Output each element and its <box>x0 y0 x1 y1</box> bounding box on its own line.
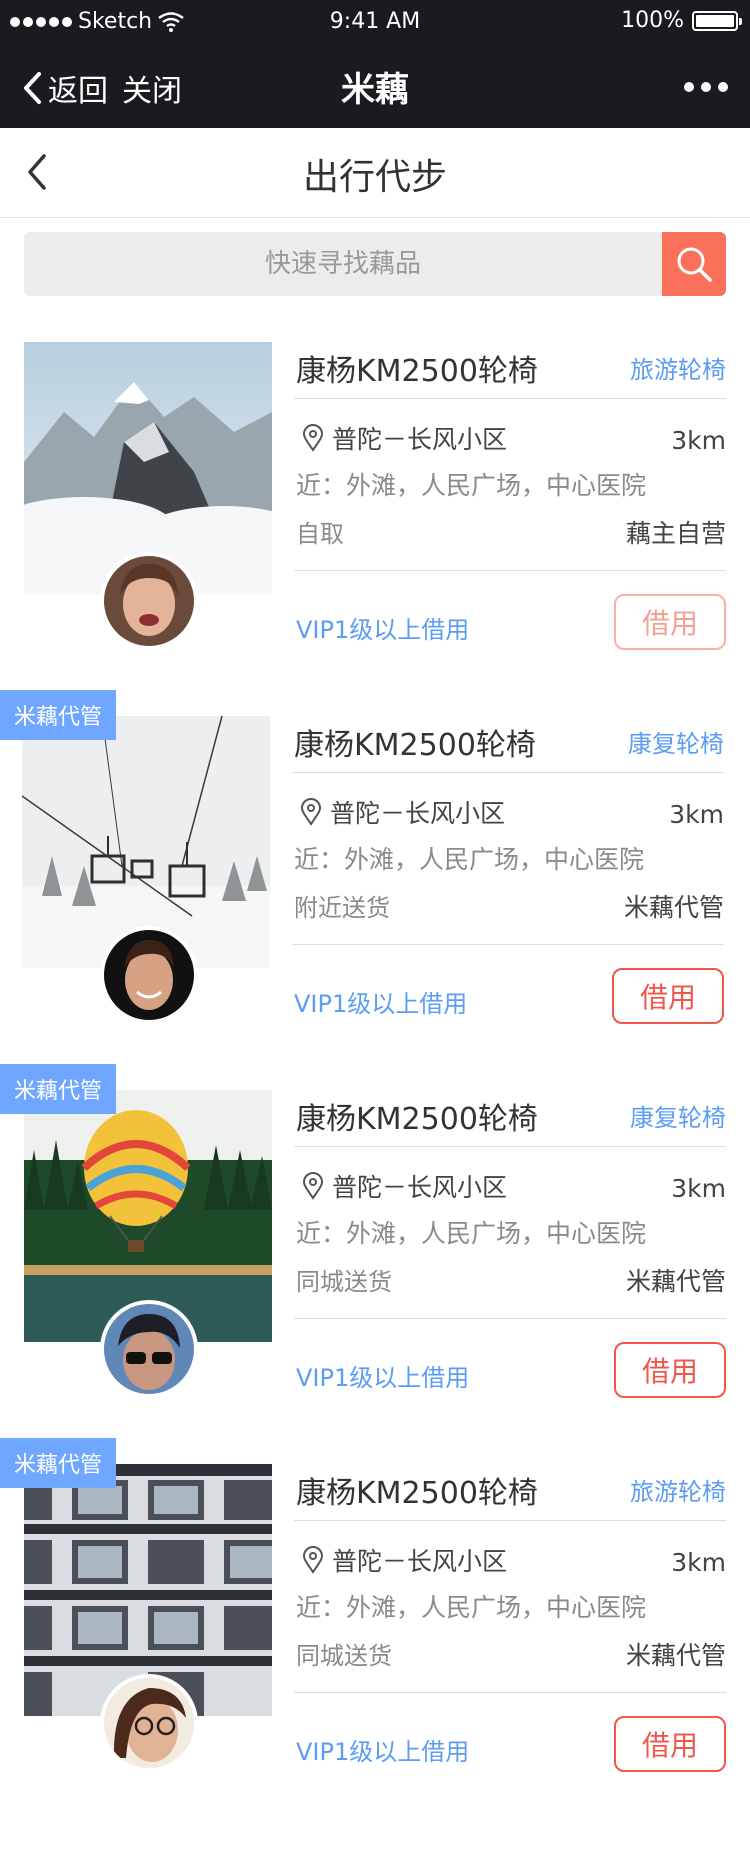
item-title-row: 康杨KM2500轮椅 康复轮椅 <box>292 716 724 773</box>
item-nearby: 近：外滩，人民广场，中心医院 <box>294 845 645 874</box>
item-location-text: 普陀－长风小区 <box>332 425 508 454</box>
battery-icon <box>692 10 742 31</box>
search-button[interactable] <box>662 232 726 296</box>
item-info: 康杨KM2500轮椅 康复轮椅 普陀－长风小区 3km 近：外滩，人民广场，中心… <box>294 1090 726 1398</box>
divider <box>294 570 726 571</box>
item-location-text: 普陀－长风小区 <box>332 1173 508 1202</box>
item-owner: 藕主自营 <box>625 519 726 548</box>
managed-badge: 米藕代管 <box>0 690 116 740</box>
borrow-button[interactable]: 借用 <box>612 968 724 1024</box>
more-icon[interactable] <box>684 82 728 92</box>
list-item[interactable]: 米藕代管 康杨KM2500轮椅 康复轮椅 普陀－长风小区 3km 近：外滩，人民… <box>0 690 750 1090</box>
managed-badge: 米藕代管 <box>0 1438 116 1488</box>
item-category-tag[interactable]: 旅游轮椅 <box>630 1472 726 1507</box>
item-owner: 米藕代管 <box>625 1267 726 1296</box>
item-location: 普陀－长风小区 <box>302 1542 507 1578</box>
item-owner: 米藕代管 <box>625 1641 726 1670</box>
item-requirement: VIP1级以上借用 <box>296 1364 470 1392</box>
divider <box>294 1692 726 1693</box>
item-location-text: 普陀－长风小区 <box>332 1547 508 1576</box>
nav-bar: 返回 关闭 米藕 <box>0 42 750 128</box>
item-category-tag[interactable]: 旅游轮椅 <box>630 350 726 385</box>
item-delivery: 同城送货 <box>296 1642 392 1670</box>
list-item[interactable]: 康杨KM2500轮椅 旅游轮椅 普陀－长风小区 3km 近：外滩，人民广场，中心… <box>0 342 750 716</box>
item-location: 普陀－长风小区 <box>302 420 507 456</box>
list-item[interactable]: 米藕代管 康杨KM2500轮椅 康复轮椅 普陀－长风小区 3km 近：外滩，人民… <box>0 1064 750 1464</box>
item-title-row: 康杨KM2500轮椅 旅游轮椅 <box>294 342 726 399</box>
borrow-button[interactable]: 借用 <box>614 1716 726 1772</box>
borrow-button[interactable]: 借用 <box>614 594 726 650</box>
item-nearby: 近：外滩，人民广场，中心医院 <box>296 471 647 500</box>
item-info: 康杨KM2500轮椅 康复轮椅 普陀－长风小区 3km 近：外滩，人民广场，中心… <box>292 716 724 1024</box>
avatar <box>100 1674 198 1772</box>
avatar <box>100 552 198 650</box>
item-distance: 3km <box>671 1174 726 1203</box>
item-delivery: 自取 <box>296 520 344 548</box>
item-delivery: 同城送货 <box>296 1268 392 1296</box>
avatar <box>100 1300 198 1398</box>
search-icon <box>677 247 712 282</box>
item-nearby: 近：外滩，人民广场，中心医院 <box>296 1219 647 1248</box>
page-title: 出行代步 <box>302 157 447 198</box>
item-category-tag[interactable]: 康复轮椅 <box>630 1098 726 1133</box>
item-distance: 3km <box>671 1548 726 1577</box>
location-pin-icon <box>300 798 322 826</box>
item-name[interactable]: 康杨KM2500轮椅 <box>296 346 538 390</box>
location-pin-icon <box>302 1172 324 1200</box>
item-name[interactable]: 康杨KM2500轮椅 <box>294 720 536 764</box>
divider <box>292 944 724 945</box>
item-info: 康杨KM2500轮椅 旅游轮椅 普陀－长风小区 3km 近：外滩，人民广场，中心… <box>294 1464 726 1772</box>
item-requirement: VIP1级以上借用 <box>296 616 470 644</box>
item-name[interactable]: 康杨KM2500轮椅 <box>296 1468 538 1512</box>
search-bar <box>24 232 726 296</box>
item-location: 普陀－长风小区 <box>300 794 505 830</box>
avatar <box>100 926 198 1024</box>
location-pin-icon <box>302 1546 324 1574</box>
search-input[interactable] <box>24 232 662 296</box>
battery-info: 100% <box>621 8 742 33</box>
item-nearby: 近：外滩，人民广场，中心医院 <box>296 1593 647 1622</box>
item-category-tag[interactable]: 康复轮椅 <box>628 724 724 759</box>
item-requirement: VIP1级以上借用 <box>296 1738 470 1766</box>
item-location: 普陀－长风小区 <box>302 1168 507 1204</box>
battery-percent: 100% <box>621 8 684 33</box>
item-delivery: 附近送货 <box>294 894 390 922</box>
divider <box>294 1318 726 1319</box>
status-bar: Sketch 9:41 AM 100% <box>0 0 750 42</box>
page-header: 出行代步 <box>0 128 750 218</box>
item-location-text: 普陀－长风小区 <box>330 799 506 828</box>
item-title-row: 康杨KM2500轮椅 康复轮椅 <box>294 1090 726 1147</box>
location-pin-icon <box>302 424 324 452</box>
item-owner: 米藕代管 <box>623 893 724 922</box>
managed-badge: 米藕代管 <box>0 1064 116 1114</box>
borrow-button[interactable]: 借用 <box>614 1342 726 1398</box>
list-item[interactable]: 米藕代管 康杨KM2500轮椅 旅游轮椅 普陀－长风小区 3km 近：外滩，人民… <box>0 1438 750 1838</box>
item-requirement: VIP1级以上借用 <box>294 990 468 1018</box>
item-distance: 3km <box>669 800 724 829</box>
item-distance: 3km <box>671 426 726 455</box>
item-name[interactable]: 康杨KM2500轮椅 <box>296 1094 538 1138</box>
item-title-row: 康杨KM2500轮椅 旅游轮椅 <box>294 1464 726 1521</box>
item-info: 康杨KM2500轮椅 旅游轮椅 普陀－长风小区 3km 近：外滩，人民广场，中心… <box>294 342 726 650</box>
nav-title: 米藕 <box>341 70 409 110</box>
